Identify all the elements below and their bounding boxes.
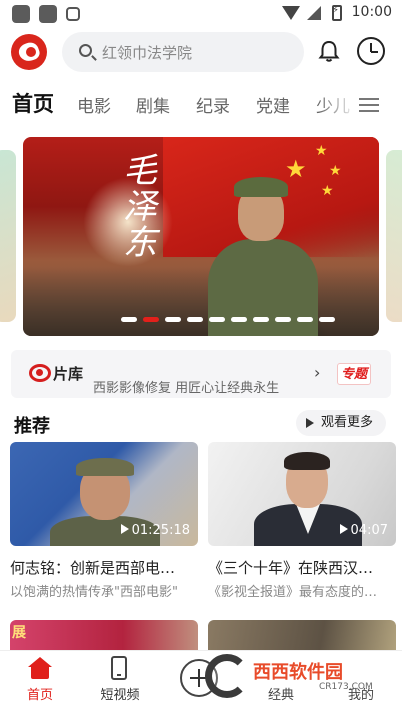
video-title[interactable]: 《三个十年》在陕西汉… xyxy=(208,557,396,578)
wifi-icon xyxy=(282,6,300,20)
carousel-dot[interactable] xyxy=(165,317,181,322)
video-duration: 04:07 xyxy=(339,523,388,538)
carousel-dot[interactable] xyxy=(231,317,247,322)
film-reel-icon xyxy=(29,364,51,382)
status-time: 10:00 xyxy=(351,4,392,20)
tab-movie[interactable]: 电影 xyxy=(77,92,111,117)
see-more-label: 观看更多 xyxy=(321,415,374,430)
watermark-logo xyxy=(205,654,249,698)
nav-short-video[interactable]: 短视频 xyxy=(80,651,160,703)
carousel-dot[interactable] xyxy=(319,317,335,322)
app-logo[interactable] xyxy=(11,34,47,70)
play-icon xyxy=(306,418,314,428)
thumbnail-text: 展 xyxy=(12,625,26,641)
nav-home[interactable]: 首页 xyxy=(0,651,80,703)
video-subtitle: 《影视全报道》最有态度的… xyxy=(208,585,378,600)
notification-icon xyxy=(12,5,30,23)
see-more-button[interactable]: 观看更多 xyxy=(296,410,386,436)
carousel-dot[interactable] xyxy=(143,317,159,322)
tab-series[interactable]: 剧集 xyxy=(136,92,170,117)
notification-a-icon xyxy=(66,7,80,21)
tab-fade xyxy=(318,86,358,122)
banner-carousel[interactable]: ★ ★ ★ ★ 毛泽东 xyxy=(23,137,379,336)
carousel-dot[interactable] xyxy=(297,317,313,322)
search-icon xyxy=(79,44,92,57)
video-subtitle: 以饱满的热情传承"西部电影" xyxy=(10,585,178,600)
home-icon xyxy=(28,657,52,679)
chevron-right-icon: › xyxy=(314,363,321,382)
play-icon xyxy=(120,524,129,534)
search-input[interactable]: 红领巾法学院 xyxy=(62,32,304,72)
star-icon: ★ xyxy=(321,183,334,199)
carousel-dot[interactable] xyxy=(187,317,203,322)
video-duration: 01:25:18 xyxy=(120,523,190,538)
battery-icon xyxy=(332,5,342,21)
carousel-dot[interactable] xyxy=(275,317,291,322)
category-tabs: 首页 电影 剧集 纪录 党建 少儿 xyxy=(0,86,402,122)
clock-icon[interactable] xyxy=(357,37,385,65)
nav-label: 首页 xyxy=(26,688,53,703)
notification-icon xyxy=(39,5,57,23)
watermark: 西西软件园 CR173.COM xyxy=(205,654,385,698)
search-placeholder: 红领巾法学院 xyxy=(102,44,193,62)
star-icon: ★ xyxy=(329,163,342,179)
signal-icon xyxy=(307,6,321,20)
section-title: 推荐 xyxy=(14,416,50,437)
watermark-text: 西西软件园 xyxy=(253,662,343,683)
status-bar: 10:00 xyxy=(0,0,402,28)
watermark-url: CR173.COM xyxy=(319,682,373,692)
video-title[interactable]: 何志铭：创新是西部电… xyxy=(10,557,198,578)
carousel-dot[interactable] xyxy=(209,317,225,322)
carousel-dot[interactable] xyxy=(253,317,269,322)
banner-figure xyxy=(208,177,318,336)
video-thumbnail[interactable]: 01:25:18 xyxy=(10,442,198,546)
tab-home[interactable]: 首页 xyxy=(12,88,54,118)
topic-badge[interactable]: 专题 xyxy=(337,363,371,385)
play-icon xyxy=(339,524,348,534)
bell-icon[interactable] xyxy=(318,40,340,62)
star-icon: ★ xyxy=(315,143,328,159)
banner-next-slide[interactable] xyxy=(386,150,402,322)
banner-calligraphy: 毛泽东 xyxy=(123,151,157,263)
library-banner[interactable]: 片库 西影影像修复 用匠心让经典永生 › 专题 xyxy=(11,350,391,398)
banner-prev-slide[interactable] xyxy=(0,150,16,322)
carousel-dot[interactable] xyxy=(121,317,137,322)
banner-crowd xyxy=(23,267,379,336)
video-thumbnail[interactable]: 04:07 xyxy=(208,442,396,546)
phone-icon xyxy=(111,656,127,680)
tab-party[interactable]: 党建 xyxy=(256,92,290,117)
library-subtitle: 西影影像修复 用匠心让经典永生 xyxy=(93,381,280,396)
nav-label: 短视频 xyxy=(100,688,140,703)
library-title: 片库 xyxy=(53,365,84,383)
tab-documentary[interactable]: 纪录 xyxy=(196,92,230,117)
menu-icon[interactable] xyxy=(359,98,379,112)
